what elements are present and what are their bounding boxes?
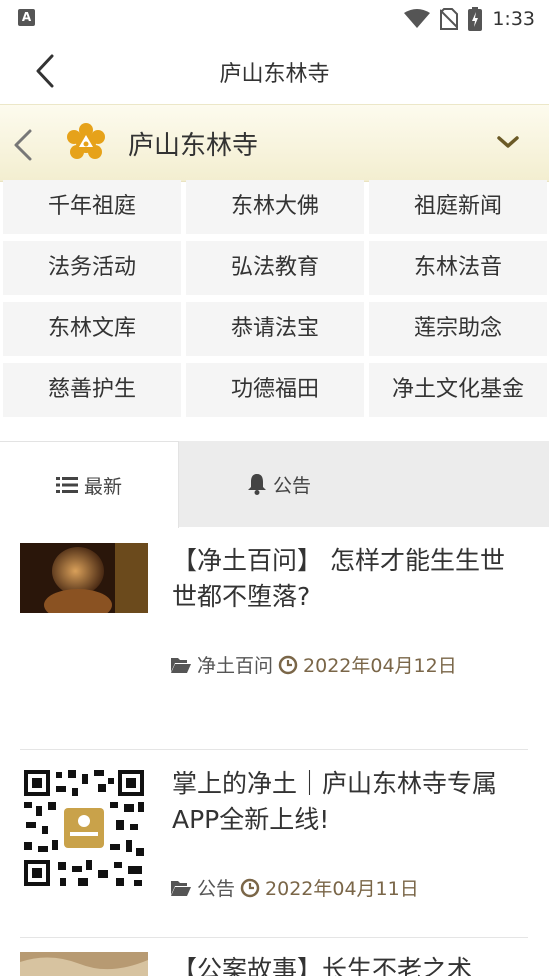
tab-latest[interactable]: 最新 [0, 441, 179, 528]
article-thumbnail [20, 543, 148, 613]
clock-icon [240, 878, 260, 897]
chevron-down-icon[interactable] [495, 129, 521, 155]
status-time: 1:33 [492, 8, 535, 30]
article-title[interactable]: 【净土百问】 怎样才能生生世世都不堕落? [172, 543, 522, 615]
wifi-icon [404, 9, 431, 28]
category-item[interactable]: 弘法教育 [186, 241, 364, 295]
category-item[interactable]: 恭请法宝 [186, 302, 364, 356]
category-item[interactable]: 千年祖庭 [3, 180, 181, 234]
battery-charging-icon [468, 7, 483, 31]
divider [20, 937, 528, 938]
tab-bar: 最新 公告 [0, 441, 549, 528]
bell-icon [247, 474, 266, 495]
article-date: 2022年04月11日 [265, 878, 419, 900]
list-icon [55, 477, 78, 493]
article-category[interactable]: 净土百问 [197, 651, 273, 678]
list-item[interactable]: 【净土百问】 怎样才能生生世世都不堕落? 净土百问 2022年04月12日 [20, 543, 528, 723]
list-item[interactable]: 掌上的净土｜庐山东林寺专属APP全新上线! 公告 2022年04月11日 [20, 766, 528, 926]
divider [20, 749, 528, 750]
no-sim-icon [440, 8, 459, 30]
article-category[interactable]: 公告 [197, 874, 235, 901]
category-item[interactable]: 法务活动 [3, 241, 181, 295]
page-title: 庐山东林寺 [219, 62, 330, 87]
article-meta: 公告 2022年04月11日 [170, 874, 419, 901]
folder-open-icon [171, 657, 191, 673]
tab-latest-label: 最新 [83, 475, 122, 498]
qr-code-thumbnail [20, 766, 148, 890]
tab-notice-label: 公告 [272, 474, 311, 497]
top-bar: 庐山东林寺 [0, 38, 549, 104]
article-title[interactable]: 【公案故事】长生不老之术 [172, 952, 522, 976]
article-thumbnail [20, 952, 148, 976]
site-bar: 庐山东林寺 [0, 104, 549, 182]
site-name: 庐山东林寺 [128, 131, 259, 161]
temple-logo-icon [67, 123, 105, 159]
category-item[interactable]: 莲宗助念 [369, 302, 547, 356]
list-item[interactable]: 【公案故事】长生不老之术 [20, 952, 528, 976]
tab-notice[interactable]: 公告 [179, 441, 379, 527]
article-meta: 净土百问 2022年04月12日 [170, 651, 457, 678]
category-item[interactable]: 东林法音 [369, 241, 547, 295]
article-title[interactable]: 掌上的净土｜庐山东林寺专属APP全新上线! [172, 766, 522, 838]
folder-open-icon [171, 880, 191, 896]
category-item[interactable]: 功德福田 [186, 363, 364, 417]
category-item[interactable]: 祖庭新闻 [369, 180, 547, 234]
status-bar: A 1:33 [0, 0, 549, 38]
site-back-icon[interactable] [10, 127, 38, 163]
clock-icon [278, 655, 298, 674]
category-item[interactable]: 净土文化基金 [369, 363, 547, 417]
category-item[interactable]: 慈善护生 [3, 363, 181, 417]
category-item[interactable]: 东林文库 [3, 302, 181, 356]
article-date: 2022年04月12日 [303, 655, 457, 677]
app-notification-icon: A [18, 9, 35, 26]
category-item[interactable]: 东林大佛 [186, 180, 364, 234]
